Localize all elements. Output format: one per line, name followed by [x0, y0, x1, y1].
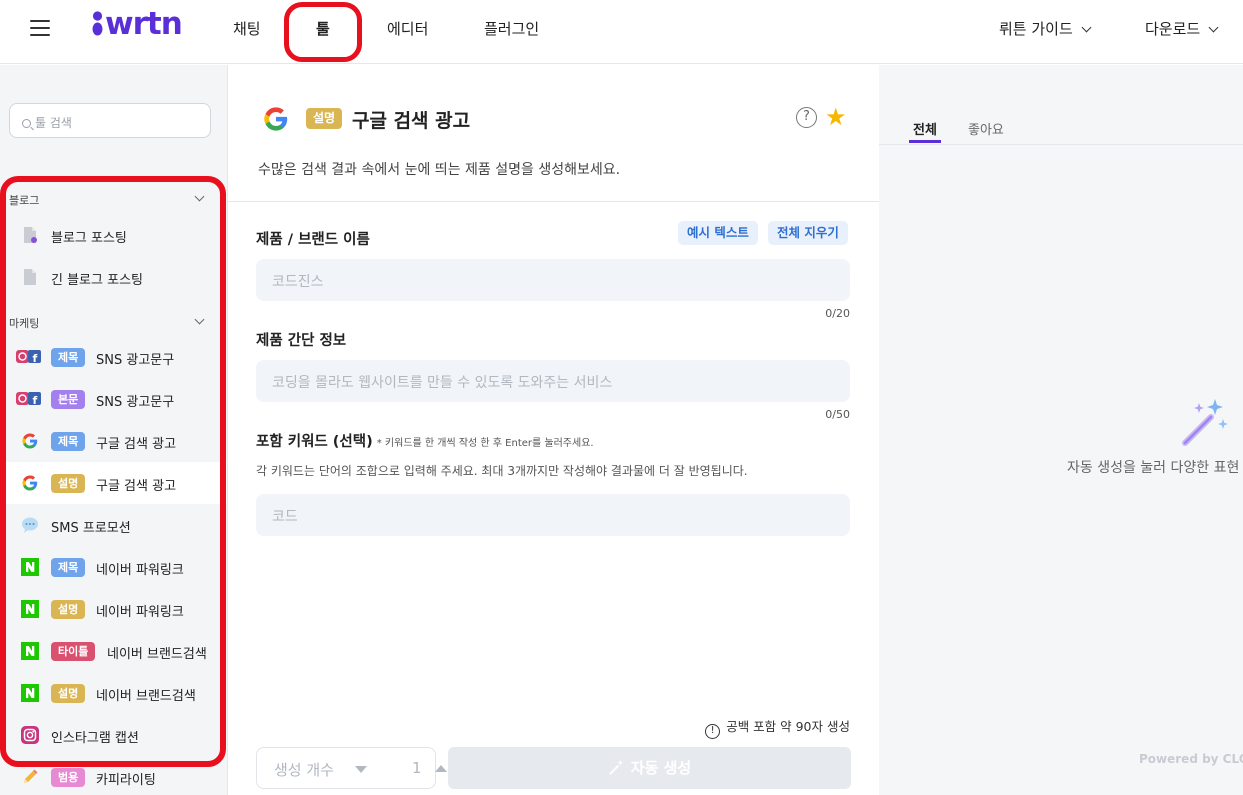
tool-form: 설명 구글 검색 광고 ? ★ 수많은 검색 결과 속에서 눈에 띄는 제품 설…: [228, 65, 879, 795]
tool-sidebar: 툴 검색 블로그 블로그 포스팅 긴 블로그 포스팅 마케팅 f 제목 SNS …: [0, 65, 228, 795]
wrtn-logo[interactable]: wrtn: [92, 6, 183, 42]
example-text-button[interactable]: 예시 텍스트: [678, 221, 758, 245]
field-label-info: 제품 간단 정보: [256, 333, 347, 349]
field-label-brand: 제품 / 브랜드 이름: [256, 232, 370, 248]
logo-dots-icon: [92, 11, 103, 36]
tool-header: 설명 구글 검색 광고 ? ★ 수많은 검색 결과 속에서 눈에 띄는 제품 설…: [228, 65, 879, 202]
tab-liked[interactable]: 좋아요: [968, 119, 1004, 138]
results-panel: 전체 좋아요 자동 생성을 눌러 다양한 표현 Powered by CLO: [879, 65, 1243, 795]
generate-label: 자동 생성: [630, 759, 692, 777]
increment-icon[interactable]: [435, 765, 447, 772]
keywords-input[interactable]: 코드: [256, 494, 850, 536]
count-label: 생성 개수: [274, 761, 334, 779]
powered-by-label: Powered by CLO: [1139, 752, 1243, 766]
download-label: 다운로드: [1145, 20, 1201, 38]
search-placeholder: 툴 검색: [35, 116, 72, 130]
length-info-text: 공백 포함 약 90자 생성: [726, 719, 850, 734]
keywords-note: * 키워드를 한 개씩 작성 한 후 Enter를 눌러주세요.: [376, 438, 594, 449]
pencil-icon: [24, 769, 38, 783]
top-bar: wrtn 채팅 툴 에디터 플러그인 뤼튼 가이드 다운로드: [0, 0, 1243, 64]
input-placeholder: 코드진스: [272, 274, 324, 290]
sidebar-highlight-annotation: [0, 176, 226, 767]
input-placeholder: 코드: [272, 509, 298, 525]
menu-icon[interactable]: [30, 20, 50, 36]
chevron-down-icon: [1081, 22, 1092, 33]
info-char-counter: 0/50: [825, 408, 850, 421]
brand-name-input[interactable]: 코드진스: [256, 259, 850, 301]
nav-editor[interactable]: 에디터: [387, 18, 428, 39]
favorite-star-icon[interactable]: ★: [825, 103, 847, 131]
brand-char-counter: 0/20: [825, 307, 850, 320]
guide-menu[interactable]: 뤼튼 가이드: [999, 18, 1092, 39]
clear-all-button[interactable]: 전체 지우기: [768, 221, 848, 245]
tab-all[interactable]: 전체: [913, 119, 937, 138]
length-info: ! 공백 포함 약 90자 생성: [698, 716, 850, 739]
active-tab-indicator: [909, 140, 941, 143]
google-icon: [264, 107, 288, 131]
count-value: 1: [412, 759, 422, 777]
input-placeholder: 코딩을 몰라도 웹사이트를 만들 수 있도록 도와주는 서비스: [272, 375, 613, 391]
tool-search-input[interactable]: 툴 검색: [9, 103, 211, 138]
nav-chat[interactable]: 채팅: [233, 18, 261, 39]
auto-generate-button[interactable]: 자동 생성: [448, 747, 851, 789]
magic-wand-icon: [609, 759, 623, 775]
empty-state-message: 자동 생성을 눌러 다양한 표현: [1067, 460, 1240, 476]
nav-highlight-annotation: [284, 2, 362, 62]
download-menu[interactable]: 다운로드: [1145, 18, 1219, 39]
logo-text: wrtn: [105, 6, 183, 42]
help-icon[interactable]: ?: [796, 107, 817, 128]
magic-wand-icon: [1182, 399, 1228, 446]
tool-description: 수많은 검색 결과 속에서 눈에 띄는 제품 설명을 생성해보세요.: [258, 162, 621, 178]
product-info-input[interactable]: 코딩을 몰라도 웹사이트를 만들 수 있도록 도와주는 서비스: [256, 360, 850, 402]
decrement-icon[interactable]: [355, 766, 367, 773]
keywords-label: 포함 키워드 (선택): [256, 434, 373, 450]
badge-general: 범용: [51, 768, 86, 787]
sidebar-item-label: 카피라이팅: [96, 773, 156, 788]
search-icon: [22, 119, 31, 128]
tool-title: 구글 검색 광고: [352, 110, 471, 132]
info-icon: !: [705, 724, 721, 739]
field-label-keywords: 포함 키워드 (선택) * 키워드를 한 개씩 작성 한 후 Enter를 눌러주…: [256, 430, 594, 451]
guide-label: 뤼튼 가이드: [999, 20, 1073, 38]
count-stepper[interactable]: 생성 개수 1: [256, 747, 447, 789]
nav-plugin[interactable]: 플러그인: [484, 18, 539, 39]
chevron-down-icon: [1208, 22, 1219, 33]
tool-badge: 설명: [306, 108, 343, 129]
keywords-hint: 각 키워드는 단어의 조합으로 입력해 주세요. 최대 3개까지만 작성해야 결…: [256, 464, 748, 478]
tabs-divider: [879, 144, 1243, 145]
